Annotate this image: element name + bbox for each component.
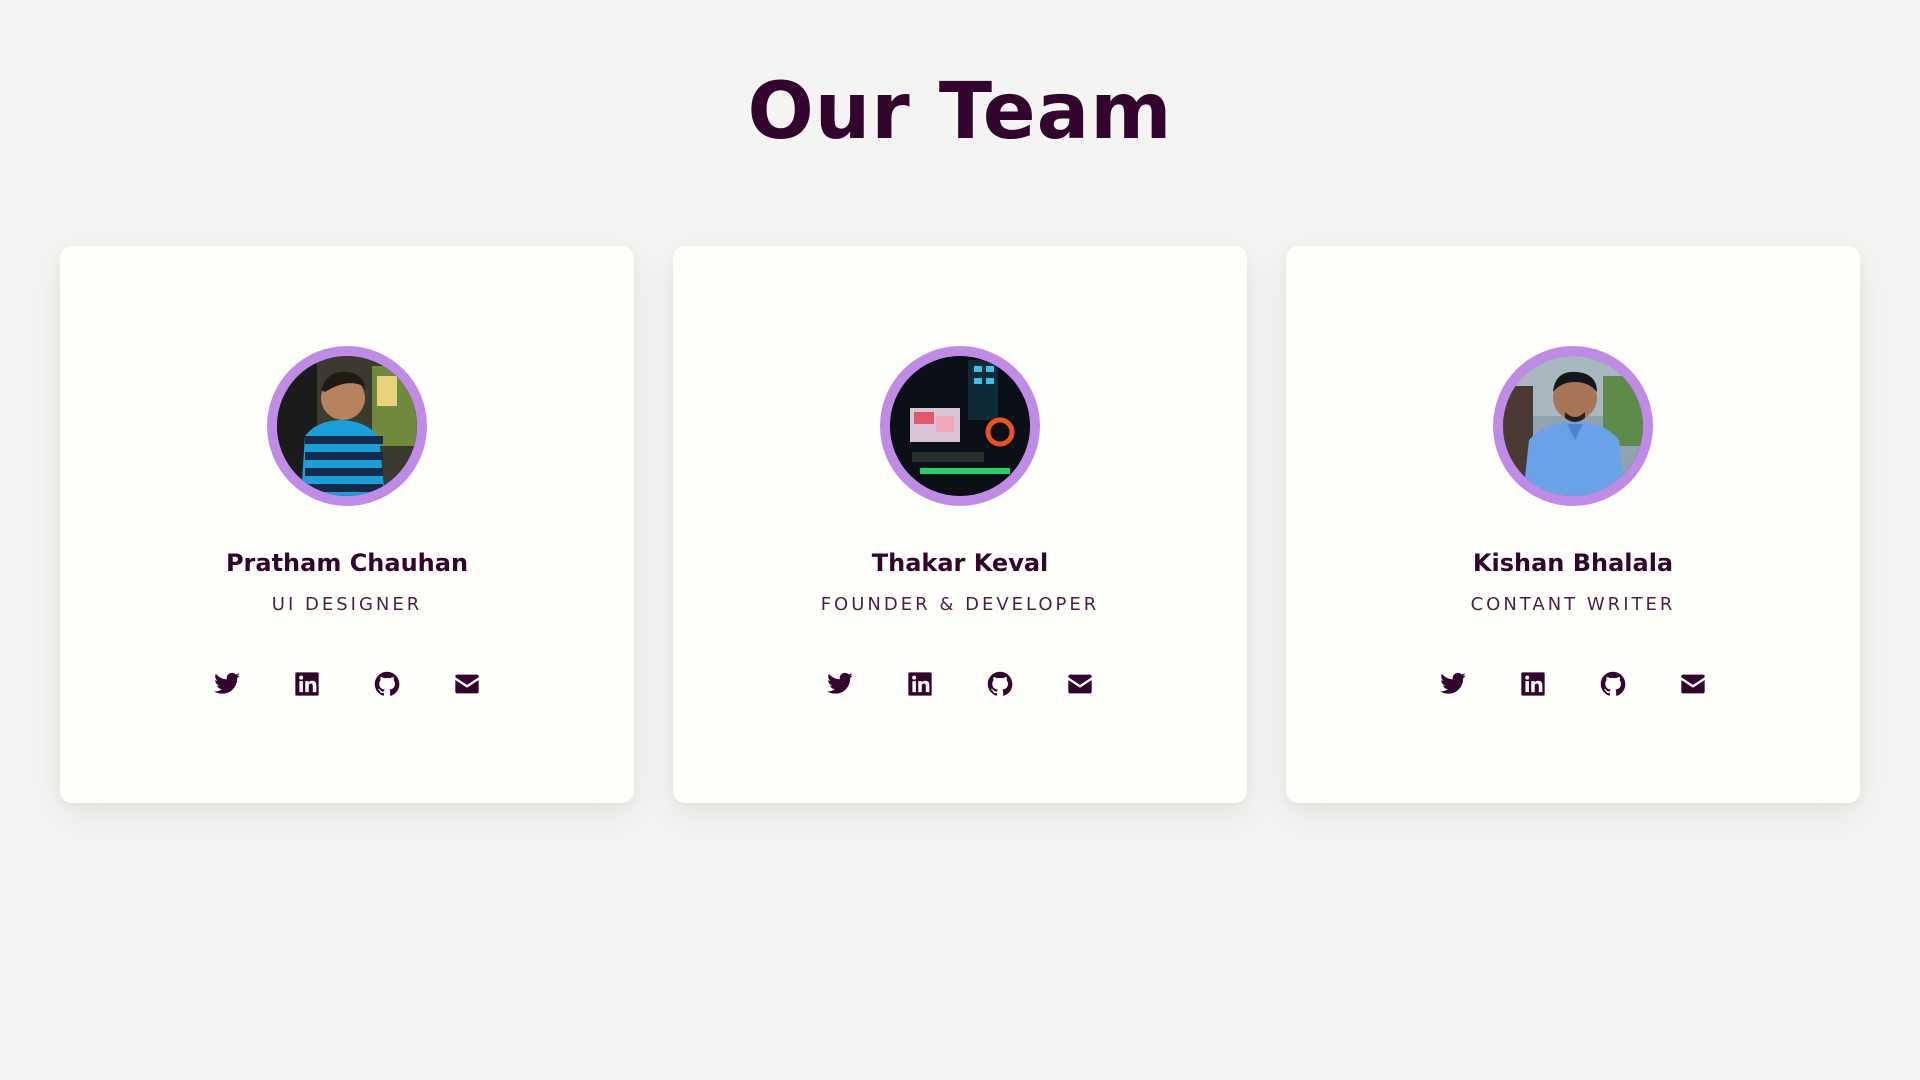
person-photo xyxy=(277,356,417,496)
email-link[interactable] xyxy=(1060,664,1100,704)
avatar-photo-kishan xyxy=(1503,356,1643,496)
github-link[interactable] xyxy=(980,664,1020,704)
gaming-setup-photo xyxy=(890,356,1030,496)
linkedin-link[interactable] xyxy=(900,664,940,704)
team-card-pratham: Pratham Chauhan UI DESIGNER xyxy=(60,246,634,803)
page-title: Our Team xyxy=(747,67,1173,157)
avatar-ring xyxy=(880,346,1040,506)
linkedin-link[interactable] xyxy=(287,664,327,704)
email-link[interactable] xyxy=(1673,664,1713,704)
email-link[interactable] xyxy=(447,664,487,704)
twitter-icon xyxy=(214,672,240,694)
avatar-ring xyxy=(267,346,427,506)
team-card-keval: Thakar Keval FOUNDER & DEVELOPER xyxy=(673,246,1247,803)
email-icon xyxy=(1068,674,1092,694)
twitter-link[interactable] xyxy=(820,664,860,704)
twitter-icon xyxy=(827,672,853,694)
github-icon xyxy=(987,671,1013,696)
member-name: Pratham Chauhan xyxy=(225,549,469,577)
member-name: Thakar Keval xyxy=(871,549,1049,577)
member-role: FOUNDER & DEVELOPER xyxy=(820,594,1100,615)
avatar-photo-pratham xyxy=(277,356,417,496)
twitter-link[interactable] xyxy=(207,664,247,704)
linkedin-link[interactable] xyxy=(1513,664,1553,704)
social-links xyxy=(1433,664,1713,704)
linkedin-icon xyxy=(1521,672,1545,696)
social-links xyxy=(207,664,487,704)
team-cards: Pratham Chauhan UI DESIGNER Thakar Keval… xyxy=(60,246,1860,803)
linkedin-icon xyxy=(295,672,319,696)
github-link[interactable] xyxy=(1593,664,1633,704)
team-card-kishan: Kishan Bhalala CONTANT WRITER xyxy=(1286,246,1860,803)
twitter-icon xyxy=(1440,672,1466,694)
member-role: UI DESIGNER xyxy=(271,594,423,615)
linkedin-icon xyxy=(908,672,932,696)
github-icon xyxy=(1600,671,1626,696)
person-photo xyxy=(1503,356,1643,496)
twitter-link[interactable] xyxy=(1433,664,1473,704)
email-icon xyxy=(1681,674,1705,694)
email-icon xyxy=(455,674,479,694)
avatar-photo-keval xyxy=(890,356,1030,496)
github-link[interactable] xyxy=(367,664,407,704)
avatar-ring xyxy=(1493,346,1653,506)
social-links xyxy=(820,664,1100,704)
member-name: Kishan Bhalala xyxy=(1472,549,1674,577)
team-page: Our Team Pratham Chauhan UI DESIGNER Tha… xyxy=(0,0,1920,1080)
github-icon xyxy=(374,671,400,696)
member-role: CONTANT WRITER xyxy=(1470,594,1676,615)
